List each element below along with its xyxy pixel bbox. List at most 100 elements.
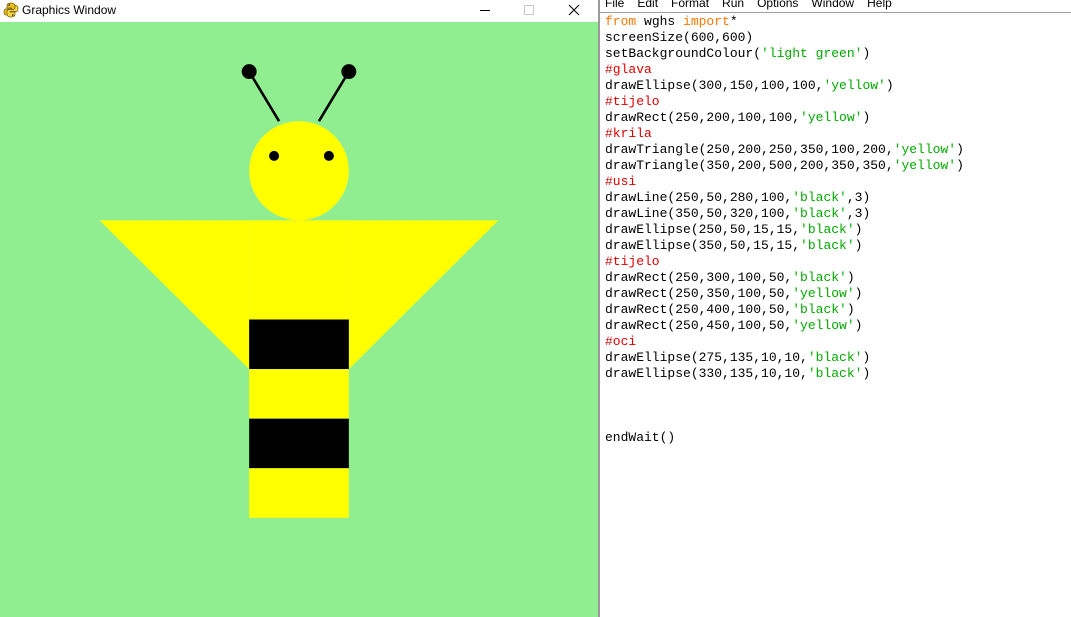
window-title: Graphics Window xyxy=(22,3,117,17)
code-line: drawEllipse(350,50,15,15,'black') xyxy=(605,238,1067,254)
code-line: drawEllipse(300,150,100,100,'yellow') xyxy=(605,78,1067,94)
code-token: setBackgroundColour( xyxy=(605,46,762,61)
code-token: #tijelo xyxy=(605,254,660,269)
stripe-3 xyxy=(249,418,349,469)
code-token: ) xyxy=(862,110,871,125)
code-line: drawTriangle(350,200,500,200,350,350,'ye… xyxy=(605,158,1067,174)
code-token: #usi xyxy=(605,174,637,189)
code-token: ,3) xyxy=(846,206,871,221)
code-token: drawEllipse(275,135,10,10, xyxy=(605,350,808,365)
code-token: 'yellow' xyxy=(792,318,855,333)
code-token: wghs xyxy=(636,14,684,29)
code-token: ,3) xyxy=(846,190,871,205)
code-token: 'black' xyxy=(800,238,855,253)
code-line: drawLine(350,50,320,100,'black',3) xyxy=(605,206,1067,222)
left-antenna-tip xyxy=(241,64,257,80)
code-line: #glava xyxy=(605,62,1067,78)
code-line: screenSize(600,600) xyxy=(605,30,1067,46)
code-token: ) xyxy=(854,318,863,333)
head xyxy=(249,121,349,221)
code-token: drawRect(250,200,100,100, xyxy=(605,110,801,125)
code-token: ) xyxy=(956,142,964,157)
menu-window[interactable]: Window xyxy=(811,0,854,11)
code-token: ) xyxy=(846,270,855,285)
minimize-button[interactable] xyxy=(462,0,508,20)
code-line: drawRect(250,450,100,50,'yellow') xyxy=(605,318,1067,334)
code-token: #krila xyxy=(605,126,652,141)
menu-options[interactable]: Options xyxy=(757,0,798,11)
maximize-icon xyxy=(524,5,534,15)
right-antenna-tip xyxy=(341,64,357,80)
code-token: 'black' xyxy=(807,366,863,381)
menu-help[interactable]: Help xyxy=(867,0,892,11)
code-token: drawEllipse(330,135,10,10, xyxy=(605,366,808,381)
code-line: drawEllipse(275,135,10,10,'black') xyxy=(605,350,1067,366)
close-icon xyxy=(568,4,580,16)
code-token: ) xyxy=(854,238,863,253)
menu-format[interactable]: Format xyxy=(671,0,709,11)
code-line: drawTriangle(250,200,250,350,100,200,'ye… xyxy=(605,142,1067,158)
code-token: drawEllipse(300,150,100,100, xyxy=(605,78,824,93)
code-token: drawTriangle(250,200,250,350,100,200, xyxy=(605,142,894,157)
code-line: from wghs import* xyxy=(605,14,1067,30)
code-token: drawRect(250,450,100,50, xyxy=(605,318,793,333)
code-line: drawRect(250,400,100,50,'black') xyxy=(605,302,1067,318)
code-token: drawTriangle(350,200,500,200,350,350, xyxy=(605,158,894,173)
code-token: 'black' xyxy=(792,270,847,285)
code-line: #krila xyxy=(605,126,1067,142)
code-token: ) xyxy=(956,158,964,173)
body xyxy=(249,220,349,320)
code-token: screenSize(600,600) xyxy=(605,30,754,45)
code-line: #tijelo xyxy=(605,94,1067,110)
code-line: #usi xyxy=(605,174,1067,190)
menu-file[interactable]: File xyxy=(605,0,624,11)
desktop: Graphics Window File Edit Format Run Opt… xyxy=(0,0,1071,617)
code-token: #tijelo xyxy=(605,94,660,109)
code-token: drawRect(250,400,100,50, xyxy=(605,302,793,317)
code-line: #tijelo xyxy=(605,254,1067,270)
maximize-button[interactable] xyxy=(506,0,552,20)
code-token: drawEllipse(250,50,15,15, xyxy=(605,222,801,237)
code-token: 'black' xyxy=(807,350,863,365)
code-token: drawRect(250,300,100,50, xyxy=(605,270,793,285)
code-token: drawEllipse(350,50,15,15, xyxy=(605,238,801,253)
code-token: drawLine(250,50,280,100, xyxy=(605,190,793,205)
code-token: 'yellow' xyxy=(893,142,957,157)
code-line: #oci xyxy=(605,334,1067,350)
code-token: 'yellow' xyxy=(893,158,957,173)
stripe-2 xyxy=(249,369,349,419)
code-token: drawLine(350,50,320,100, xyxy=(605,206,793,221)
code-line: drawEllipse(250,50,15,15,'black') xyxy=(605,222,1067,238)
menu-edit[interactable]: Edit xyxy=(637,0,658,11)
code-token: import xyxy=(683,14,730,29)
code-token: ) xyxy=(862,46,871,61)
code-token: 'light green' xyxy=(761,46,863,61)
code-line: drawRect(250,350,100,50,'yellow') xyxy=(605,286,1067,302)
right-eye xyxy=(323,150,334,161)
minimize-icon xyxy=(480,10,490,11)
menu-run[interactable]: Run xyxy=(722,0,744,11)
code-token: ) xyxy=(862,350,871,365)
code-token: ) xyxy=(885,78,894,93)
code-token: 'yellow' xyxy=(792,286,855,301)
code-token: from xyxy=(605,14,637,29)
code-token: 'black' xyxy=(800,222,855,237)
code-line: endWait() xyxy=(605,430,1067,446)
code-line: setBackgroundColour('light green') xyxy=(605,46,1067,62)
close-button[interactable] xyxy=(551,0,597,20)
code-token: ) xyxy=(862,366,871,381)
code-token: 'black' xyxy=(792,206,847,221)
code-token: drawRect(250,350,100,50, xyxy=(605,286,793,301)
code-editor-window: File Edit Format Run Options Window Help… xyxy=(600,0,1071,617)
code-editor-text-area[interactable]: from wghs import* screenSize(600,600) setB… xyxy=(605,14,1067,614)
code-token: 'yellow' xyxy=(800,110,863,125)
drawing-canvas[interactable] xyxy=(0,22,598,617)
code-line: drawEllipse(330,135,10,10,'black') xyxy=(605,366,1067,382)
code-token: #glava xyxy=(605,62,652,77)
graphics-window-titlebar[interactable]: Graphics Window xyxy=(0,0,598,22)
code-token: 'yellow' xyxy=(823,78,886,93)
code-token: ) xyxy=(854,286,863,301)
